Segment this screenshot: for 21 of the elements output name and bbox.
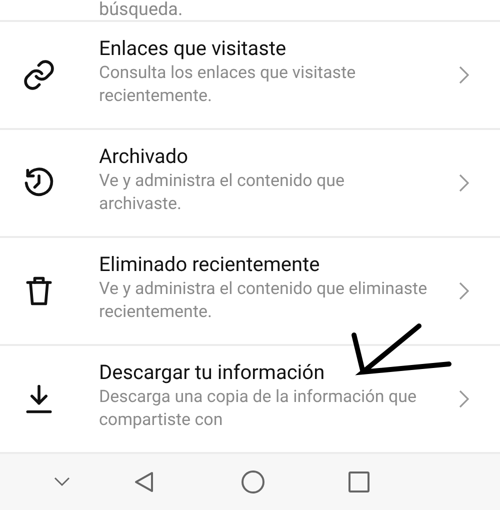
item-description: Ve y administra el contenido que eliminaste recientemente. bbox=[99, 278, 428, 324]
back-icon[interactable] bbox=[134, 471, 154, 493]
chevron-right-icon bbox=[458, 389, 470, 409]
item-description: Consulta los enlaces que visitaste recientemente. bbox=[99, 62, 357, 108]
chevron-down-icon[interactable] bbox=[54, 477, 70, 487]
link-icon bbox=[22, 58, 56, 92]
settings-row[interactable]: Archivado Ve y administra el contenido que archivaste. bbox=[0, 130, 500, 238]
item-description: Descarga una copia de la información que compartiste con bbox=[99, 386, 418, 432]
recent-apps-icon[interactable] bbox=[348, 471, 370, 493]
item-description: Ve y administra el contenido que archivaste. bbox=[99, 170, 346, 216]
description-text: búsqueda. bbox=[99, 0, 183, 20]
chevron-right-icon bbox=[458, 65, 470, 85]
settings-row[interactable]: Enlaces que visitaste Consulta los enlaces que visitaste recientemente. bbox=[0, 22, 500, 130]
chevron-right-icon bbox=[458, 281, 470, 301]
chevron-right-icon bbox=[458, 173, 470, 193]
home-icon[interactable] bbox=[241, 470, 265, 494]
item-title: Enlaces que visitaste bbox=[99, 35, 288, 62]
item-title: Eliminado recientemente bbox=[99, 251, 321, 278]
item-title: Archivado bbox=[99, 143, 190, 170]
item-title: Descargar tu información bbox=[99, 359, 326, 386]
settings-row[interactable]: Eliminado recientemente Ve y administra el contenido que eliminaste recientemente. bbox=[0, 238, 500, 346]
